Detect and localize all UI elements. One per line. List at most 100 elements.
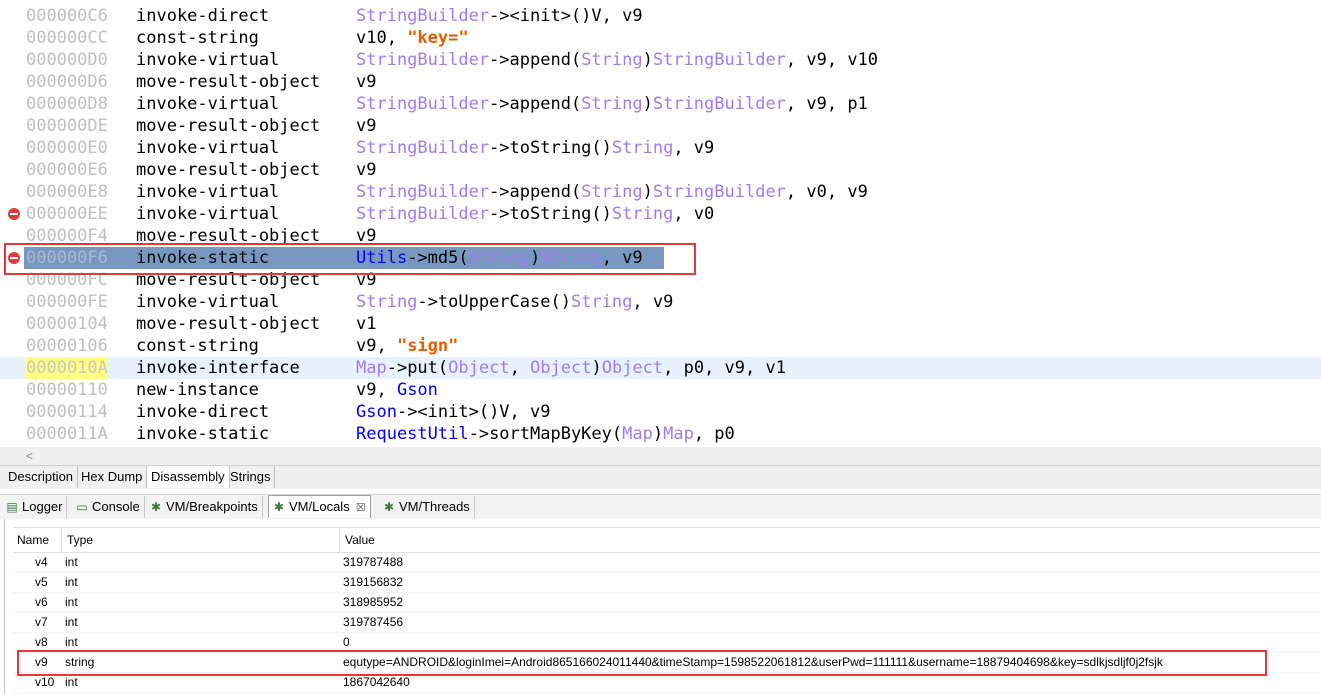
code-address: 00000110 <box>26 380 108 400</box>
operands: StringBuilder->toString()String, v9 <box>356 138 715 158</box>
code-line[interactable]: 00000110 new-instance v9, Gson <box>0 379 1321 401</box>
table-row[interactable]: v4 int 319787488 <box>13 552 1321 573</box>
bug-icon: ✱ <box>273 500 285 514</box>
tab-hex-dump[interactable]: Hex Dump <box>77 466 148 488</box>
variable-name: v6 <box>35 595 48 609</box>
opcode: invoke-virtual <box>136 182 280 202</box>
code-line[interactable]: 000000FC move-result-object v9 <box>0 269 1321 291</box>
code-address: 0000010A <box>26 357 108 379</box>
code-line[interactable]: 000000DE move-result-object v9 <box>0 115 1321 137</box>
tab-label: VM/Threads <box>399 499 470 514</box>
variable-name: v7 <box>35 615 48 629</box>
operands: v9 <box>356 270 377 290</box>
logger-icon: ▤ <box>6 500 18 514</box>
tab-disassembly[interactable]: Disassembly <box>146 466 230 488</box>
code-line[interactable]: 000000EE invoke-virtual StringBuilder->toS… <box>0 203 1321 225</box>
column-header-value[interactable]: Value <box>345 533 375 547</box>
breakpoint-icon[interactable] <box>8 252 20 264</box>
variable-type: int <box>65 615 78 629</box>
code-line[interactable]: 00000106 const-string v9, "sign" <box>0 335 1321 357</box>
tab-logger[interactable]: ▤ Logger <box>2 496 68 518</box>
code-line[interactable]: 000000D0 invoke-virtual StringBuilder->app… <box>0 49 1321 71</box>
tab-console[interactable]: ▭ Console <box>72 496 145 518</box>
table-row[interactable]: v10 int 1867042640 <box>13 672 1321 693</box>
table-row[interactable]: v8 int 0 <box>13 632 1321 653</box>
operands: v9 <box>356 160 377 180</box>
column-header-name[interactable]: Name <box>17 533 49 547</box>
opcode: invoke-direct <box>136 402 270 422</box>
console-icon: ▭ <box>76 500 88 514</box>
code-address: 00000104 <box>26 314 108 334</box>
code-line[interactable]: 000000FE invoke-virtual String->toUpperCas… <box>0 291 1321 313</box>
code-address: 000000D8 <box>26 94 108 114</box>
operands: v9 <box>356 226 377 246</box>
vm-locals-table: Name Type Value v4 int 319787488 v5 int 31915… <box>4 519 1321 694</box>
table-row[interactable]: v9 string equtype=ANDROID&loginImei=Androi… <box>13 652 1321 673</box>
scroll-left-arrow-icon[interactable]: < <box>26 447 33 465</box>
opcode: move-result-object <box>136 270 321 290</box>
code-line[interactable]: 000000E6 move-result-object v9 <box>0 159 1321 181</box>
editor-tab-bar: Description Hex Dump Disassembly Strings <box>0 465 1321 489</box>
operands: StringBuilder->toString()String, v0 <box>356 204 715 224</box>
code-line[interactable]: 000000D8 invoke-virtual StringBuilder->app… <box>0 93 1321 115</box>
disassembly-view[interactable]: 000000C6 invoke-direct StringBuilder-><ini… <box>0 0 1321 447</box>
code-address: 000000D0 <box>26 50 108 70</box>
operands: StringBuilder->append(String)StringBuild… <box>356 50 879 70</box>
operands: StringBuilder->append(String)StringBuild… <box>356 182 868 202</box>
horizontal-scrollbar[interactable]: < <box>0 447 1321 465</box>
code-line[interactable]: 0000010A invoke-interface Map->put(Object,… <box>0 357 1321 379</box>
code-line[interactable]: 000000C6 invoke-direct StringBuilder-><ini… <box>0 5 1321 27</box>
variable-value: 1867042640 <box>343 675 410 689</box>
tab-label: Logger <box>22 499 63 514</box>
variable-type: string <box>65 655 95 669</box>
code-address: 000000E8 <box>26 182 108 202</box>
code-address: 000000C6 <box>26 6 108 26</box>
tab-vm-threads[interactable]: ✱ VM/Threads <box>379 496 475 518</box>
code-line[interactable]: 000000F4 move-result-object v9 <box>0 225 1321 247</box>
opcode: move-result-object <box>136 226 321 246</box>
tab-vm-breakpoints[interactable]: ✱ VM/Breakpoints <box>146 496 263 518</box>
variable-value: 0 <box>343 635 350 649</box>
code-address: 000000F4 <box>26 226 108 246</box>
operands: v1 <box>356 314 377 334</box>
close-icon[interactable]: ☒ <box>356 497 366 519</box>
code-address: 000000E0 <box>26 138 108 158</box>
code-address: 00000106 <box>26 336 108 356</box>
operands: Gson-><init>()V, v9 <box>356 402 551 422</box>
variable-value: 319156832 <box>343 575 404 589</box>
opcode: invoke-virtual <box>136 94 280 114</box>
operands: Utils->md5(String)String, v9 <box>356 248 643 268</box>
opcode: move-result-object <box>136 72 321 92</box>
code-line[interactable]: 00000104 move-result-object v1 <box>0 313 1321 335</box>
tab-vm-locals[interactable]: ✱ VM/Locals ☒ <box>268 495 371 518</box>
code-line[interactable]: 000000E8 invoke-virtual StringBuilder->app… <box>0 181 1321 203</box>
table-row[interactable]: v7 int 319787456 <box>13 612 1321 633</box>
operands: v10, "key=" <box>356 28 469 48</box>
code-line[interactable]: 0000011A invoke-static RequestUtil->sortMa… <box>0 423 1321 445</box>
opcode: invoke-static <box>136 248 270 268</box>
operands: v9, Gson <box>356 380 438 400</box>
bug-icon: ✱ <box>383 500 395 514</box>
variable-name: v10 <box>35 675 55 689</box>
code-line[interactable]: 000000E0 invoke-virtual StringBuilder->toS… <box>0 137 1321 159</box>
variable-value: 318985952 <box>343 595 404 609</box>
opcode: invoke-static <box>136 424 270 444</box>
variable-name: v4 <box>35 555 48 569</box>
code-line[interactable]: 000000F6 invoke-static Utils->md5(String)S… <box>0 247 1321 269</box>
view-tab-bar: ▤ Logger ▭ Console ✱ VM/Breakpoints ✱ VM/Locals… <box>0 494 1321 519</box>
code-address: 000000CC <box>26 28 108 48</box>
table-row[interactable]: v5 int 319156832 <box>13 572 1321 593</box>
code-address: 000000FC <box>26 270 108 290</box>
code-line[interactable]: 000000D6 move-result-object v9 <box>0 71 1321 93</box>
column-header-type[interactable]: Type <box>67 533 93 547</box>
code-line[interactable]: 000000CC const-string v10, "key=" <box>0 27 1321 49</box>
table-row[interactable]: v6 int 318985952 <box>13 592 1321 613</box>
tab-strings[interactable]: Strings <box>226 466 276 488</box>
breakpoint-icon[interactable] <box>8 208 20 220</box>
code-address: 000000FE <box>26 292 108 312</box>
opcode: new-instance <box>136 380 259 400</box>
code-line[interactable]: 00000114 invoke-direct Gson-><init>()V, v9 <box>0 401 1321 423</box>
variable-name: v5 <box>35 575 48 589</box>
operands: String->toUpperCase()String, v9 <box>356 292 674 312</box>
tab-description[interactable]: Description <box>4 466 79 488</box>
